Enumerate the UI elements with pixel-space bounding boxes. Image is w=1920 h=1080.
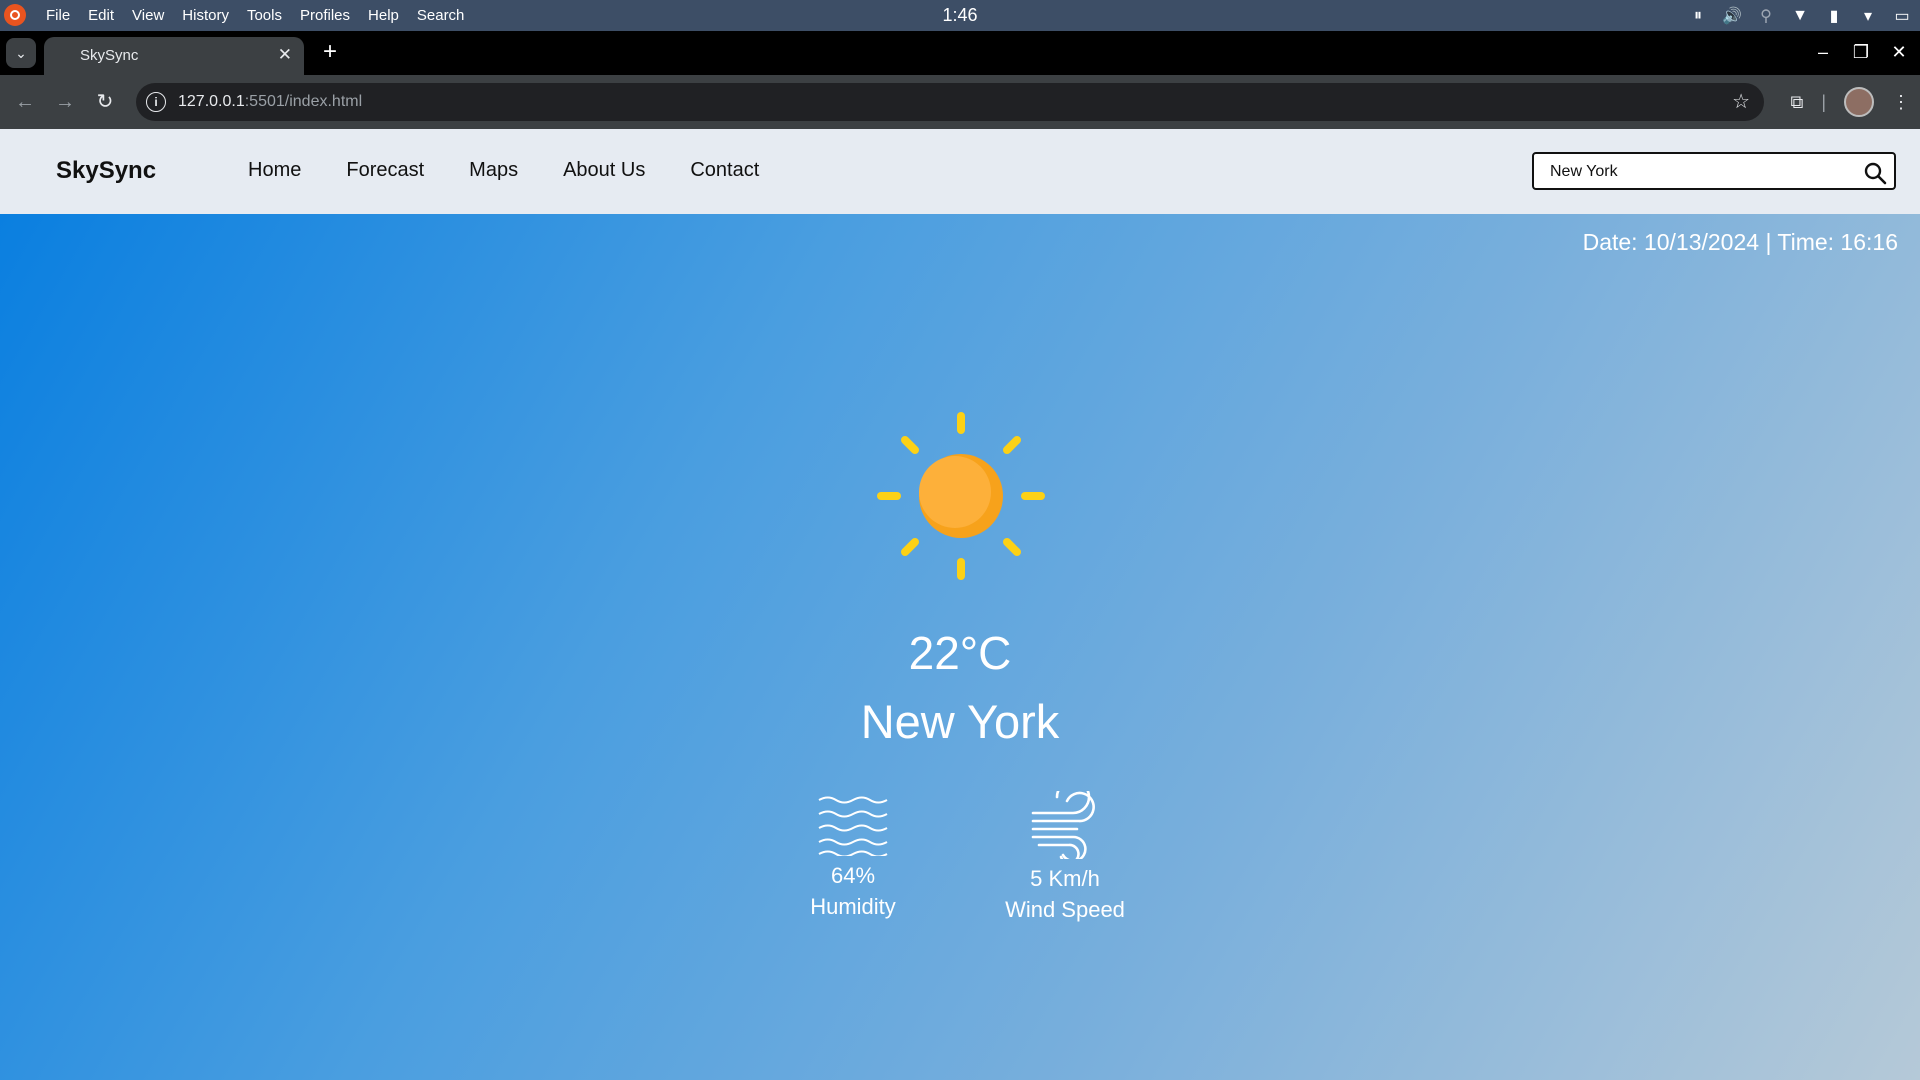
nav-maps[interactable]: Maps bbox=[469, 159, 518, 182]
toolbar-divider: | bbox=[1821, 91, 1826, 112]
sun-icon bbox=[877, 412, 1045, 580]
search-icon[interactable] bbox=[1862, 160, 1888, 186]
window-switcher-icon[interactable]: ▭ bbox=[1892, 6, 1912, 26]
restore-icon[interactable]: ❐ bbox=[1850, 37, 1872, 67]
nav-contact[interactable]: Contact bbox=[690, 159, 759, 182]
url-text[interactable]: 127.0.0.1:5501/index.html bbox=[178, 93, 362, 111]
minimize-icon[interactable]: – bbox=[1812, 37, 1834, 67]
weather-panel: Date: 10/13/2024 | Time: 16:16 22°C New … bbox=[0, 214, 1920, 1080]
new-tab-button[interactable]: + bbox=[316, 39, 344, 67]
wind-label: Wind Speed bbox=[1005, 897, 1125, 922]
city-name: New York bbox=[860, 695, 1060, 748]
menu-help[interactable]: Help bbox=[368, 7, 399, 24]
web-page: SkySync Home Forecast Maps About Us Cont… bbox=[0, 129, 1920, 1080]
tab-list-button[interactable]: ⌄ bbox=[6, 38, 36, 68]
close-window-icon[interactable]: ✕ bbox=[1888, 37, 1910, 67]
search-input[interactable] bbox=[1550, 162, 1850, 182]
menu-file[interactable]: File bbox=[46, 7, 70, 24]
nav-about-us[interactable]: About Us bbox=[563, 159, 645, 182]
humidity-value: 64% bbox=[830, 863, 876, 888]
extensions-icon[interactable]: ⧉ bbox=[1790, 92, 1803, 113]
forward-icon[interactable]: → bbox=[50, 87, 80, 117]
browser-tab[interactable]: SkySync ✕ bbox=[44, 37, 304, 75]
os-top-bar: File Edit View History Tools Profiles He… bbox=[0, 0, 1920, 31]
humidity-waves-icon bbox=[818, 796, 888, 856]
window-controls: – ❐ ✕ bbox=[1812, 37, 1910, 67]
menu-search[interactable]: Search bbox=[417, 7, 465, 24]
site-nav: Home Forecast Maps About Us Contact bbox=[248, 159, 759, 182]
wind-icon bbox=[1031, 791, 1095, 859]
nav-home[interactable]: Home bbox=[248, 159, 301, 182]
temperature: 22°C bbox=[908, 627, 1012, 679]
ubuntu-logo-icon[interactable] bbox=[4, 4, 26, 26]
volume-icon[interactable]: 🔊 bbox=[1722, 6, 1742, 26]
address-bar[interactable]: i 127.0.0.1:5501/index.html ☆ bbox=[136, 83, 1764, 121]
menu-profiles[interactable]: Profiles bbox=[300, 7, 350, 24]
wind-value: 5 Km/h bbox=[1030, 866, 1100, 891]
bookmark-star-icon[interactable]: ☆ bbox=[1732, 89, 1750, 114]
city-search bbox=[1532, 152, 1896, 190]
browser-toolbar: ← → ↻ i 127.0.0.1:5501/index.html ☆ ⧉ | … bbox=[0, 75, 1920, 129]
wifi-icon[interactable]: ▼ bbox=[1790, 7, 1810, 25]
browser-tab-strip: ⌄ SkySync ✕ + – ❐ ✕ bbox=[0, 31, 1920, 75]
system-tray: ⏸ 🔊 ⚲ ▼ ▮ ▾ ▭ bbox=[1688, 0, 1912, 31]
menu-view[interactable]: View bbox=[132, 7, 164, 24]
url-path: :5501/index.html bbox=[244, 93, 363, 110]
browser-menu-icon[interactable]: ⋮ bbox=[1892, 92, 1910, 113]
nav-forecast[interactable]: Forecast bbox=[346, 159, 424, 182]
reload-icon[interactable]: ↻ bbox=[90, 87, 120, 117]
tray-dropdown-icon[interactable]: ▾ bbox=[1858, 6, 1878, 26]
pause-icon[interactable]: ⏸ bbox=[1688, 7, 1708, 25]
location-icon[interactable]: ⚲ bbox=[1756, 6, 1776, 26]
humidity-label: Humidity bbox=[810, 894, 896, 919]
back-icon[interactable]: ← bbox=[10, 87, 40, 117]
tab-title: SkySync bbox=[80, 47, 139, 64]
humidity-stat: 64% Humidity bbox=[790, 794, 916, 922]
menu-history[interactable]: History bbox=[182, 7, 229, 24]
site-info-icon[interactable]: i bbox=[146, 92, 166, 112]
menu-edit[interactable]: Edit bbox=[88, 7, 114, 24]
battery-icon[interactable]: ▮ bbox=[1824, 6, 1844, 26]
profile-avatar[interactable] bbox=[1844, 87, 1874, 117]
menu-tools[interactable]: Tools bbox=[247, 7, 282, 24]
date-time: Date: 10/13/2024 | Time: 16:16 bbox=[1582, 229, 1898, 255]
os-menu: File Edit View History Tools Profiles He… bbox=[46, 0, 464, 31]
toolbar-actions: ⧉ | ⋮ bbox=[1790, 87, 1910, 117]
url-host: 127.0.0.1 bbox=[178, 93, 245, 110]
site-logo[interactable]: SkySync bbox=[56, 157, 156, 185]
tab-close-icon[interactable]: ✕ bbox=[278, 45, 292, 65]
wind-stat: 5 Km/h Wind Speed bbox=[990, 791, 1140, 925]
site-header: SkySync Home Forecast Maps About Us Cont… bbox=[0, 129, 1920, 214]
